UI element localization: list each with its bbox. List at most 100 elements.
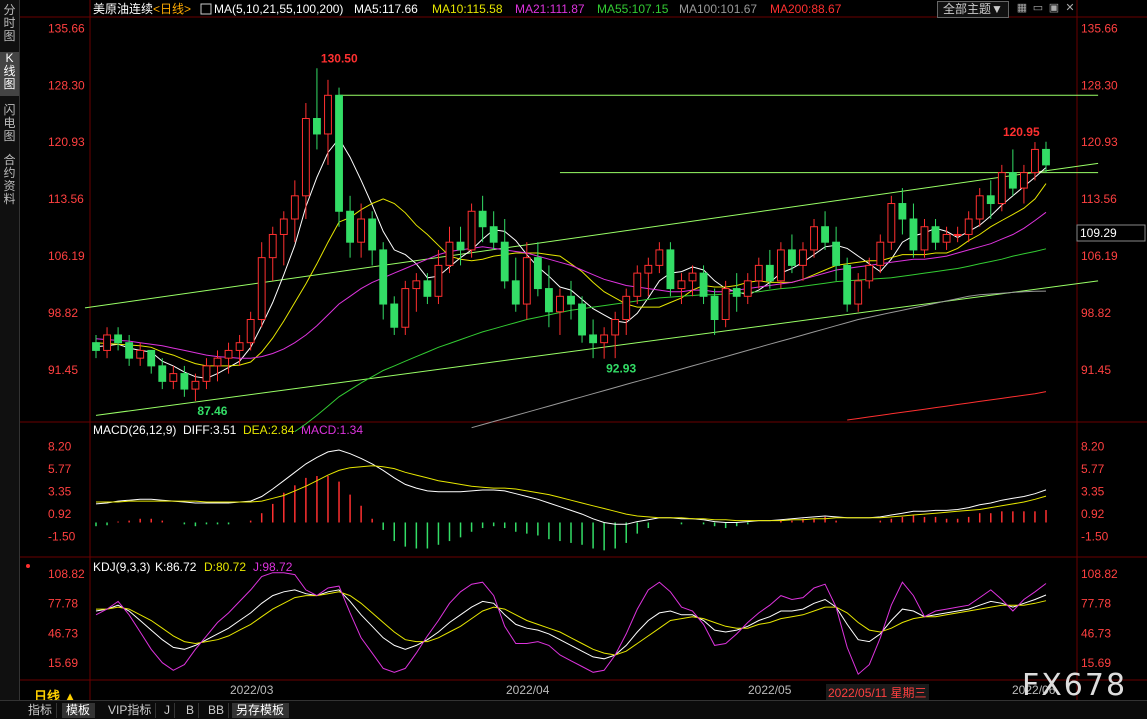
candle — [390, 296, 399, 335]
candle-body — [898, 203, 907, 220]
candle — [975, 188, 984, 227]
ma10-value: MA10:115.58 — [432, 2, 503, 16]
candle-body — [478, 210, 487, 228]
candle — [589, 319, 598, 359]
tab-j[interactable]: J — [160, 703, 175, 718]
candle-body — [743, 280, 752, 297]
y-tick-right: 8.20 — [1081, 439, 1105, 453]
candle — [909, 203, 918, 258]
y-tick-left: 135.66 — [48, 21, 85, 35]
tab-templates[interactable]: 模板 — [62, 703, 96, 718]
chart-canvas[interactable]: 美原油连续 <日线> MA(5,10,21,55,100,200) MA5:11… — [0, 0, 1147, 700]
ma-line-ma200 — [847, 391, 1047, 421]
candle-body — [765, 264, 774, 282]
tab-bb[interactable]: BB — [204, 703, 230, 718]
candle — [478, 195, 487, 243]
candle-body — [776, 249, 785, 282]
candle — [290, 180, 299, 243]
kdj-label: KDJ(9,3,3) — [93, 560, 150, 574]
candle-body — [953, 233, 962, 236]
y-tick-right: 46.73 — [1081, 626, 1111, 640]
candle — [445, 226, 454, 274]
candle-body — [622, 295, 631, 320]
candle — [567, 280, 575, 320]
candle — [743, 273, 752, 305]
macd-panel — [95, 449, 1047, 551]
tab-b[interactable]: B — [182, 703, 200, 718]
tab-vip-indicators[interactable]: VIP指标 — [104, 703, 157, 718]
candle-body — [611, 319, 620, 336]
candle — [732, 273, 741, 312]
candle-body — [688, 272, 697, 282]
candle-body — [843, 264, 852, 305]
minimize-icon[interactable]: ▭ — [1032, 2, 1044, 14]
candle-body — [445, 241, 454, 266]
kdj-line-k — [95, 589, 1047, 660]
candle-body — [246, 319, 255, 344]
y-tick-left: 91.45 — [48, 363, 78, 377]
candle — [346, 195, 354, 258]
candle-body — [710, 295, 719, 320]
macd-line-dea — [96, 465, 1047, 522]
candle-body — [732, 288, 741, 297]
candle — [655, 242, 664, 274]
candle-body — [964, 218, 973, 235]
kdj-panel — [95, 572, 1047, 676]
y-tick-left: 113.56 — [48, 192, 84, 206]
tab-indicators[interactable]: 指标 — [24, 703, 58, 718]
candle-body — [876, 241, 885, 266]
candle — [799, 242, 807, 281]
ma55-value: MA55:107.15 — [597, 2, 669, 16]
candle-body — [589, 334, 598, 344]
candle — [511, 257, 520, 312]
candle-body — [942, 233, 951, 243]
candle-body — [754, 264, 763, 282]
candle — [699, 265, 708, 305]
y-tick-left: -1.50 — [48, 529, 76, 543]
macd-label: MACD(26,12,9) — [93, 423, 176, 437]
candle-body — [633, 272, 642, 297]
candle — [489, 211, 498, 250]
y-tick-right: 0.92 — [1081, 507, 1105, 521]
candle-body — [136, 349, 145, 359]
candle-body — [191, 380, 200, 390]
y-tick-left: 77.78 — [48, 597, 78, 611]
candle-body — [1008, 172, 1017, 189]
y-tick-right: -1.50 — [1081, 529, 1109, 543]
kdj-j: J:98.72 — [253, 560, 293, 574]
candle-body — [279, 218, 288, 235]
y-tick-left: 3.35 — [48, 484, 72, 498]
close-icon[interactable]: ✕ — [1064, 2, 1076, 14]
candle-body — [169, 373, 178, 382]
window-icon[interactable]: ▣ — [1048, 2, 1060, 14]
theme-dropdown[interactable]: 全部主题▼ — [937, 1, 1009, 18]
y-tick-right: 113.56 — [1081, 192, 1117, 206]
candle — [600, 327, 609, 359]
candle — [754, 257, 763, 289]
candle-body — [158, 365, 167, 382]
candle — [931, 219, 940, 250]
tab-save-template[interactable]: 另存模板 — [232, 703, 290, 718]
candle-body — [1042, 148, 1050, 166]
grid-icon[interactable]: ▦ — [1016, 2, 1028, 14]
candles — [92, 68, 1050, 401]
candle-body — [180, 373, 189, 390]
candle-body — [147, 349, 156, 367]
candle — [721, 280, 730, 328]
candle — [854, 273, 863, 312]
candle-body — [533, 257, 542, 290]
annotation-high-130: 130.50 — [321, 51, 358, 65]
candle-body — [865, 264, 874, 282]
candle-body — [511, 280, 520, 305]
candle-body — [887, 203, 896, 243]
candle — [533, 242, 542, 297]
candle — [810, 219, 818, 258]
candle-body — [666, 249, 675, 290]
kdj-line-j — [95, 572, 1047, 676]
indicator-icon[interactable] — [200, 3, 212, 15]
kdj-k: K:86.72 — [155, 560, 197, 574]
candle — [1042, 141, 1050, 173]
candle — [876, 234, 885, 274]
y-tick-left: 0.92 — [48, 507, 72, 521]
candle-body — [103, 334, 111, 351]
